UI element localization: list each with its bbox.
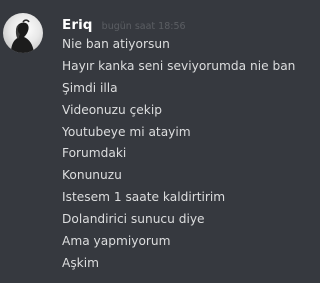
message-line: Youtubeye mi atayim — [62, 124, 191, 139]
message-line: Videonuzu çekip — [62, 102, 162, 117]
message-line: Konunuzu — [62, 168, 122, 183]
message-line: Istesem 1 saate kaldirtirim — [62, 190, 226, 205]
message-line: Şimdi illa — [62, 80, 118, 95]
message-line: Hayır kanka seni seviyorumda nie ban — [62, 58, 296, 73]
message-line: Aşkim — [62, 255, 100, 270]
message-timestamp: bugün saat 18:56 — [101, 21, 186, 32]
message-header: Eriq bugün saat 18:56 — [62, 14, 186, 33]
username[interactable]: Eriq — [62, 17, 93, 33]
message-line: Forumdaki — [62, 146, 127, 161]
message-line: Ama yapmiyorum — [62, 234, 171, 249]
message-group: Eriq bugün saat 18:56 Nie ban atiyorsun … — [0, 0, 317, 283]
message-content: Nie ban atiyorsun Hayır kanka seni seviy… — [62, 34, 316, 275]
user-avatar-icon[interactable] — [3, 13, 43, 53]
message-line: Nie ban atiyorsun — [62, 37, 170, 51]
message-line: Dolandirici sunucu diye — [62, 212, 205, 227]
